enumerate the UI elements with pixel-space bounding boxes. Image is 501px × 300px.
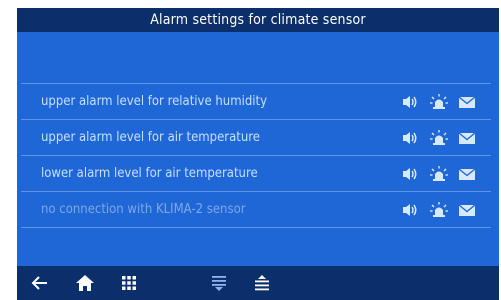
scroll-down-icon[interactable] xyxy=(208,273,230,293)
alarm-row-temperature-upper[interactable]: upper alarm level for air temperature xyxy=(21,120,491,156)
speaker-icon[interactable] xyxy=(401,166,421,182)
alarm-row-label: lower alarm level for air temperature xyxy=(41,166,258,181)
back-arrow-icon[interactable] xyxy=(29,273,51,293)
speaker-icon[interactable] xyxy=(401,202,421,218)
beacon-icon[interactable] xyxy=(429,93,449,110)
alarm-row-label: upper alarm level for air temperature xyxy=(41,130,260,145)
grid-menu-icon[interactable] xyxy=(118,273,140,293)
envelope-icon[interactable] xyxy=(457,94,477,110)
beacon-icon[interactable] xyxy=(429,129,449,146)
speaker-icon[interactable] xyxy=(401,130,421,146)
alarm-list: upper alarm level for relative humidity … xyxy=(21,83,491,228)
envelope-icon[interactable] xyxy=(457,202,477,218)
home-icon[interactable] xyxy=(74,273,96,293)
envelope-icon[interactable] xyxy=(457,166,477,182)
title-bar: Alarm settings for climate sensor xyxy=(17,8,499,32)
alarm-row-temperature-lower[interactable]: lower alarm level for air temperature xyxy=(21,156,491,192)
envelope-icon[interactable] xyxy=(457,130,477,146)
alarm-settings-screen: Alarm settings for climate sensor upper … xyxy=(17,8,499,300)
scroll-up-icon[interactable] xyxy=(251,273,273,293)
page-title: Alarm settings for climate sensor xyxy=(150,12,366,28)
alarm-row-humidity-upper[interactable]: upper alarm level for relative humidity xyxy=(21,84,491,120)
beacon-icon[interactable] xyxy=(429,201,449,218)
bottom-nav-bar xyxy=(17,266,499,300)
speaker-icon[interactable] xyxy=(401,94,421,110)
beacon-icon[interactable] xyxy=(429,165,449,182)
alarm-row-label: upper alarm level for relative humidity xyxy=(41,94,268,109)
alarm-row-label: no connection with KLIMA-2 sensor xyxy=(41,202,246,217)
alarm-row-sensor-connection[interactable]: no connection with KLIMA-2 sensor xyxy=(21,192,491,228)
